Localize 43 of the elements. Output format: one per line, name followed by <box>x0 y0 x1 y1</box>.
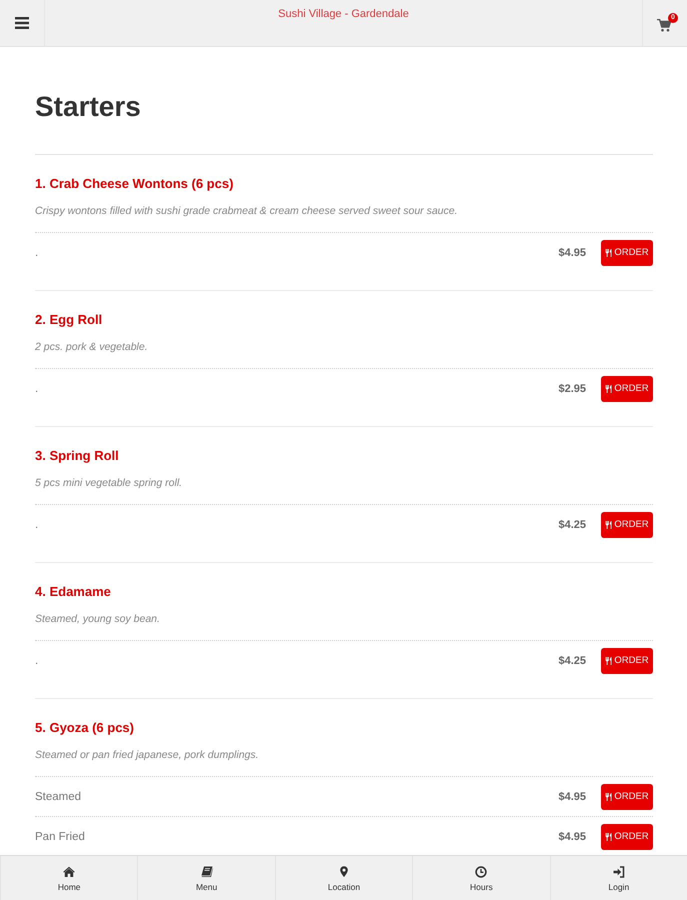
menu-icon <box>15 17 29 29</box>
sign-in-icon <box>612 866 625 878</box>
order-button[interactable]: ORDER <box>601 824 653 850</box>
order-button[interactable]: ORDER <box>601 512 653 538</box>
cutlery-icon <box>605 792 612 800</box>
order-button[interactable]: ORDER <box>601 648 653 674</box>
item-description: 5 pcs mini vegetable spring roll. <box>35 477 182 489</box>
option-label: . <box>35 246 38 258</box>
option-label: . <box>35 654 38 666</box>
item-description: Steamed or pan fried japanese, pork dumplings. <box>35 749 259 761</box>
option-label: Pan Fried <box>35 830 85 842</box>
option-label: Steamed <box>35 790 82 802</box>
section-heading: Starters <box>35 90 141 124</box>
book-icon <box>200 866 213 878</box>
option-label: . <box>35 518 38 530</box>
price: $4.95 <box>558 830 586 842</box>
price: $4.25 <box>558 654 586 666</box>
map-pin-icon <box>338 866 350 878</box>
item-description: Crispy wontons filled with sushi grade crabmeat & cream cheese served sweet sour sauce. <box>35 205 458 217</box>
item-title: 4. Edamame <box>35 583 111 601</box>
order-button[interactable]: ORDER <box>601 240 653 266</box>
item-description: Steamed, young soy bean. <box>35 613 160 625</box>
price: $4.95 <box>558 246 586 258</box>
cutlery-icon <box>605 248 612 256</box>
option-label: . <box>35 382 38 394</box>
item-title: 5. Gyoza (6 pcs) <box>35 719 134 737</box>
item-description: 2 pcs. pork & vegetable. <box>35 341 148 353</box>
order-button[interactable]: ORDER <box>601 784 653 810</box>
order-button[interactable]: ORDER <box>601 376 653 402</box>
price: $4.95 <box>558 790 586 802</box>
item-title: 3. Spring Roll <box>35 447 119 465</box>
cutlery-icon <box>605 656 612 664</box>
cutlery-icon <box>605 384 612 392</box>
restaurant-title: Sushi Village - Gardendale <box>278 7 409 21</box>
cutlery-icon <box>605 520 612 528</box>
item-title: 1. Crab Cheese Wontons (6 pcs) <box>35 175 234 193</box>
home-icon <box>63 866 76 878</box>
clock-icon <box>475 866 488 878</box>
cart-icon <box>657 18 671 32</box>
cutlery-icon <box>605 832 612 840</box>
price: $2.95 <box>558 382 586 394</box>
item-title: 2. Egg Roll <box>35 311 102 329</box>
price: $4.25 <box>558 518 586 530</box>
